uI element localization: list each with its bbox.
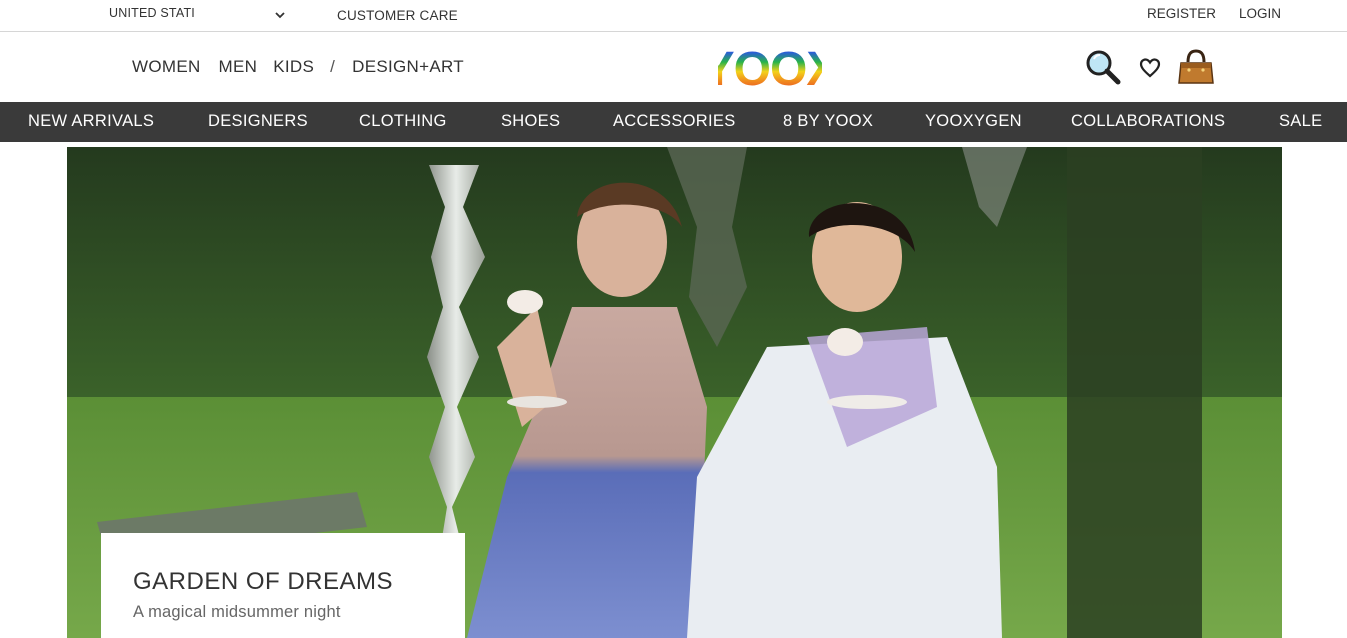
country-selector[interactable]: UNITED STATI — [109, 6, 195, 20]
yoox-logo[interactable]: YOOX — [718, 41, 822, 91]
category-yooxygen[interactable]: YOOXYGEN — [925, 112, 1022, 131]
hero-subtitle: A magical midsummer night — [133, 603, 341, 621]
nav-design-art[interactable]: DESIGN+ART — [352, 57, 464, 77]
register-link[interactable]: REGISTER — [1147, 6, 1216, 21]
category-clothing[interactable]: CLOTHING — [359, 112, 447, 131]
heart-icon[interactable] — [1139, 57, 1161, 79]
category-sale[interactable]: SALE — [1279, 112, 1322, 131]
chevron-down-icon[interactable] — [273, 8, 287, 22]
category-8-by-yoox[interactable]: 8 BY YOOX — [783, 112, 873, 131]
category-accessories[interactable]: ACCESSORIES — [613, 112, 736, 131]
nav-separator: / — [330, 57, 336, 76]
logo-text: YOOX — [718, 43, 822, 91]
hero-title[interactable]: GARDEN OF DREAMS — [133, 568, 393, 596]
category-shoes[interactable]: SHOES — [501, 112, 560, 131]
category-nav: NEW ARRIVALS DESIGNERS CLOTHING SHOES AC… — [0, 102, 1347, 142]
category-new-arrivals[interactable]: NEW ARRIVALS — [28, 112, 154, 131]
login-link[interactable]: LOGIN — [1239, 6, 1281, 21]
customer-care-link[interactable]: CUSTOMER CARE — [337, 8, 458, 23]
nav-men[interactable]: MEN — [219, 57, 258, 77]
shopping-bag-icon[interactable] — [1177, 49, 1215, 85]
category-designers[interactable]: DESIGNERS — [208, 112, 308, 131]
category-collaborations[interactable]: COLLABORATIONS — [1071, 112, 1225, 131]
nav-women[interactable]: WOMEN — [132, 57, 201, 77]
utility-bar: UNITED STATI CUSTOMER CARE REGISTER LOGI… — [0, 0, 1347, 32]
nav-kids[interactable]: KIDS — [273, 57, 314, 77]
search-icon[interactable] — [1085, 49, 1121, 85]
main-header: WOMEN MEN KIDS / DESIGN+ART YOOX — [0, 32, 1347, 102]
gender-nav: WOMEN MEN KIDS / DESIGN+ART — [132, 57, 464, 77]
